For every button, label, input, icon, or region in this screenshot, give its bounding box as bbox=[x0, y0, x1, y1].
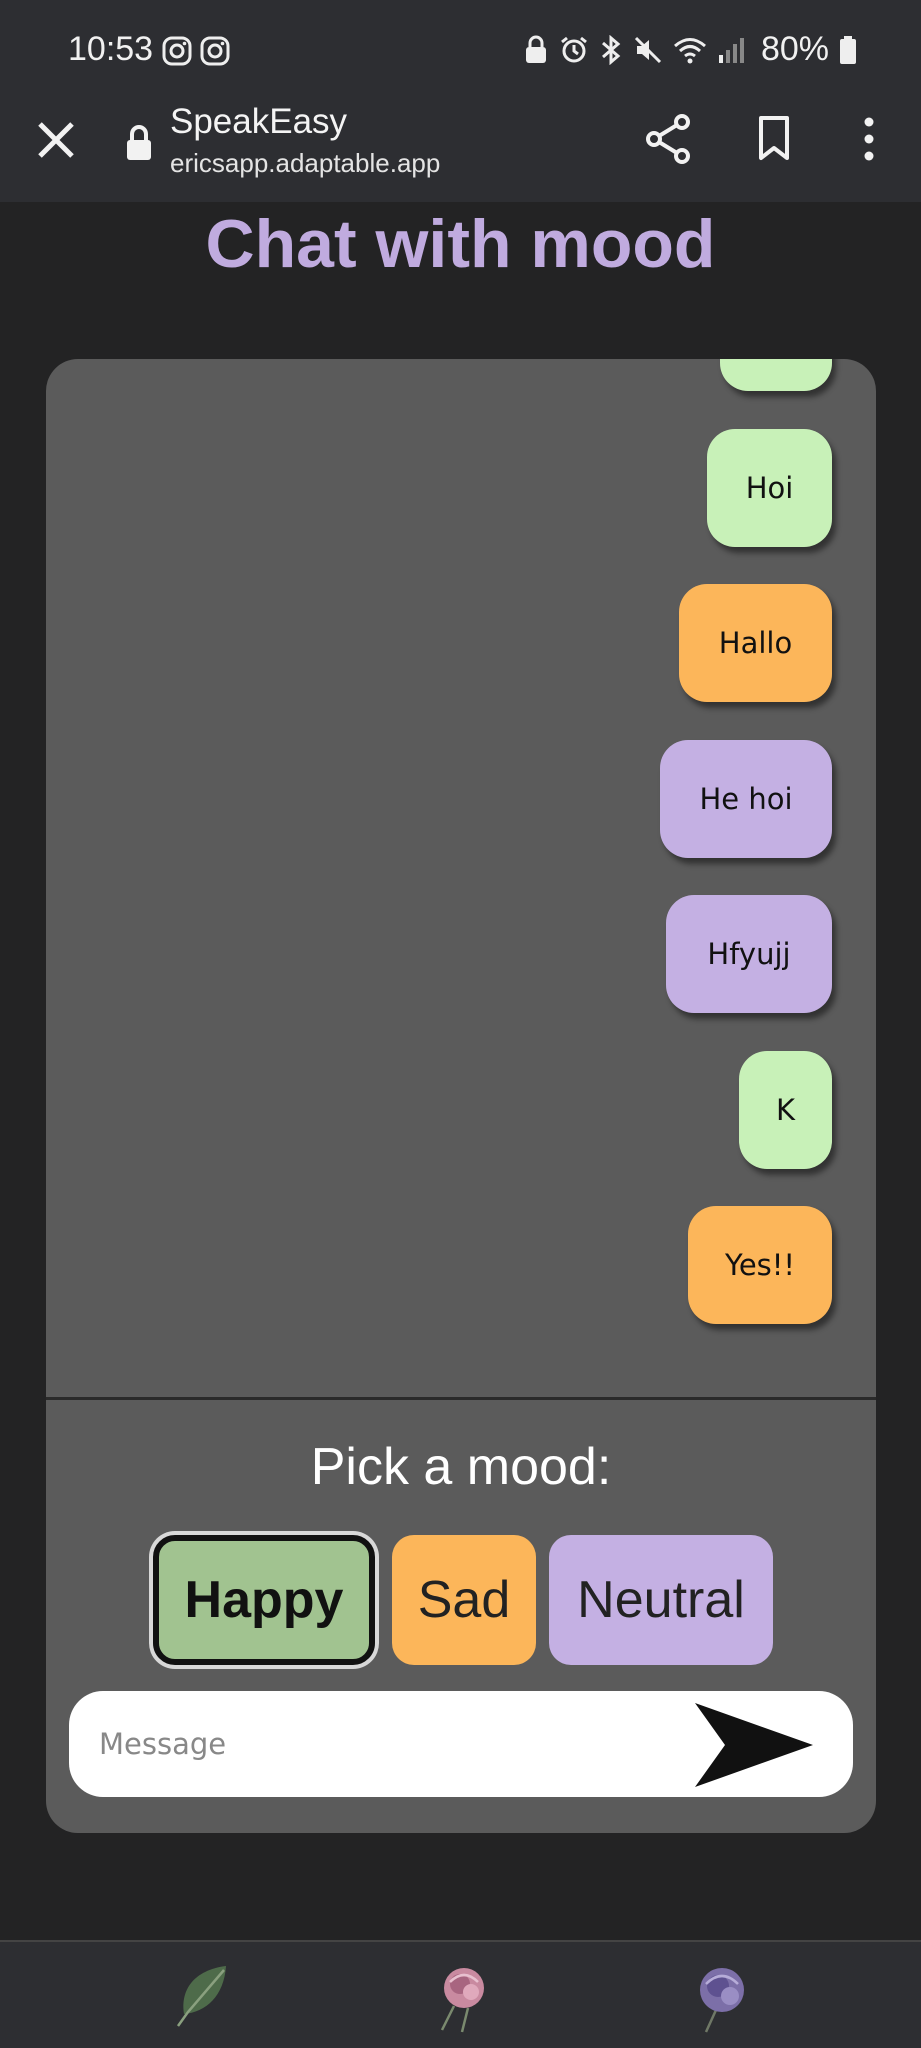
chat-bubble: Yes!! bbox=[688, 1206, 832, 1324]
instagram-icon bbox=[200, 36, 230, 66]
chat-card: Hoi Hallo He hoi Hfyujj K Yes!! Pick a m… bbox=[46, 359, 876, 1833]
chat-bubble: K bbox=[739, 1051, 832, 1169]
bottom-nav bbox=[0, 1940, 921, 2048]
lock-app-icon bbox=[523, 35, 549, 65]
page-title: Chat with mood bbox=[205, 206, 716, 282]
pink-rose-icon[interactable] bbox=[424, 1956, 504, 2036]
send-arrow-icon bbox=[695, 1703, 813, 1787]
divider bbox=[46, 1397, 876, 1400]
leaf-icon[interactable] bbox=[164, 1956, 244, 2036]
chat-bubble: Hallo bbox=[679, 584, 832, 702]
chat-messages[interactable]: Hoi Hallo He hoi Hfyujj K Yes!! bbox=[46, 359, 876, 1397]
message-input[interactable] bbox=[99, 1711, 659, 1777]
status-bar: 10:53 80% bbox=[0, 0, 921, 100]
mood-neutral-button[interactable]: Neutral bbox=[549, 1535, 773, 1665]
status-time: 10:53 bbox=[68, 30, 154, 68]
chat-bubble-text: Yes!! bbox=[724, 1248, 796, 1282]
more-options-icon[interactable] bbox=[862, 114, 876, 169]
chat-bubble-text: Hoi bbox=[745, 471, 794, 505]
chat-bubble bbox=[720, 359, 832, 391]
alarm-icon bbox=[559, 35, 589, 65]
instagram-icon bbox=[162, 36, 192, 66]
chat-bubble-text: Hallo bbox=[718, 626, 793, 660]
signal-icon bbox=[717, 35, 745, 65]
chat-bubble-text: K bbox=[775, 1093, 796, 1127]
mood-picker: Happy Sad Neutral bbox=[46, 1535, 876, 1665]
chat-bubble: Hoi bbox=[707, 429, 832, 547]
close-icon[interactable] bbox=[34, 118, 78, 162]
site-title: SpeakEasy bbox=[170, 102, 348, 141]
send-button[interactable] bbox=[691, 1701, 817, 1789]
battery-icon bbox=[839, 35, 857, 65]
browser-toolbar: SpeakEasy ericsapp.adaptable.app bbox=[0, 100, 921, 202]
chat-bubble-text: Hfyujj bbox=[707, 937, 791, 971]
message-composer bbox=[69, 1691, 853, 1797]
chat-bubble: Hfyujj bbox=[666, 895, 832, 1013]
bookmark-icon[interactable] bbox=[756, 114, 792, 169]
mood-label: Pick a mood: bbox=[310, 1438, 612, 1496]
battery-percent: 80% bbox=[760, 30, 829, 68]
purple-rose-icon[interactable] bbox=[680, 1956, 760, 2036]
bluetooth-icon bbox=[599, 34, 623, 65]
mute-icon bbox=[633, 35, 663, 65]
chat-bubble: He hoi bbox=[660, 740, 832, 858]
mood-sad-button[interactable]: Sad bbox=[392, 1535, 536, 1665]
wifi-icon bbox=[673, 35, 707, 65]
lock-icon bbox=[124, 124, 154, 167]
chat-bubble-text: He hoi bbox=[699, 782, 793, 816]
share-icon[interactable] bbox=[644, 114, 692, 169]
mood-happy-button[interactable]: Happy bbox=[153, 1535, 375, 1665]
site-url[interactable]: ericsapp.adaptable.app bbox=[170, 148, 440, 179]
